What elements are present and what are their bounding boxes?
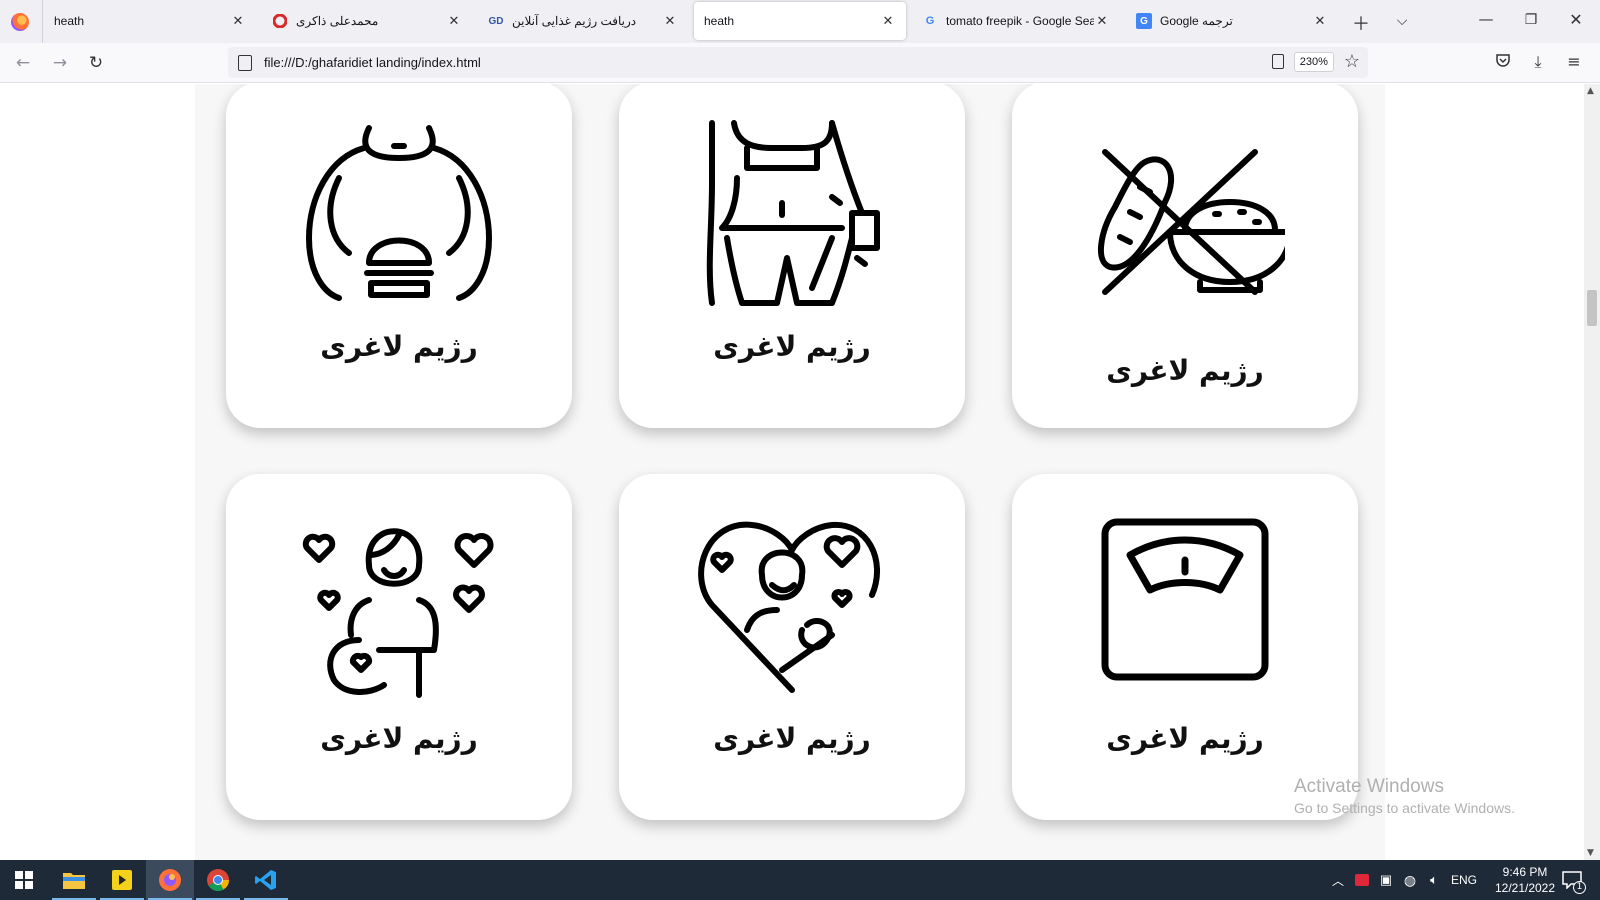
tab-zakeri[interactable]: محمدعلی ذاکری ✕	[262, 2, 472, 40]
pocket-icon[interactable]	[1492, 52, 1514, 72]
volume-icon[interactable]: 🔈︎	[1422, 872, 1446, 888]
scroll-thumb[interactable]	[1587, 290, 1597, 326]
site-logo-icon: GD	[488, 15, 504, 27]
tab-title: heath	[704, 14, 735, 28]
service-card[interactable]: رژیم لاغری	[226, 84, 572, 428]
page-icon	[238, 54, 252, 71]
tab-title: tomato freepik - Google Searc	[946, 14, 1094, 28]
card-label: رژیم لاغری	[320, 330, 478, 363]
windows-taskbar: ︿ ▣ ◍ 🔈︎ ENG 9:46 PM 12/21/2022 1	[0, 860, 1600, 900]
close-icon[interactable]: ✕	[1094, 13, 1110, 29]
opera-icon	[272, 13, 288, 29]
service-card[interactable]: رژیم لاغری	[619, 474, 965, 820]
chrome-taskbar-button[interactable]	[194, 860, 242, 900]
folder-icon	[63, 873, 85, 889]
tab-strip: heath ✕ محمدعلی ذاکری ✕ GD دریافت رژیم غ…	[0, 0, 1600, 43]
tab-title: محمدعلی ذاکری	[296, 14, 379, 28]
scroll-down-arrow-icon[interactable]: ▼	[1587, 848, 1594, 858]
service-card[interactable]: رژیم لاغری	[619, 84, 965, 428]
page-scrollbar[interactable]: ▲ ▼	[1584, 84, 1600, 860]
tab-title: Google ترجمه	[1160, 14, 1233, 28]
antivirus-icon[interactable]	[1350, 874, 1374, 886]
slim-waist-measure-icon	[706, 120, 880, 306]
notifications-button[interactable]: 1	[1552, 860, 1592, 900]
card-label: رژیم لاغری	[713, 722, 871, 755]
windows-logo-icon	[15, 871, 33, 889]
restore-button[interactable]: ❐	[1519, 12, 1543, 28]
no-carbs-icon	[1097, 149, 1285, 295]
tab-heath-active[interactable]: heath ✕	[694, 2, 906, 40]
tab-title: heath	[54, 14, 85, 28]
chrome-icon	[207, 869, 229, 891]
close-icon[interactable]: ✕	[446, 13, 462, 29]
close-icon[interactable]: ✕	[230, 13, 246, 29]
reload-button[interactable]: ↻	[85, 52, 107, 74]
back-button[interactable]: ←	[12, 52, 34, 74]
forward-button[interactable]: →	[49, 52, 71, 74]
new-tab-button[interactable]: ＋	[1349, 10, 1373, 36]
firefox-taskbar-button[interactable]	[146, 860, 194, 900]
url-text[interactable]: file:///D:/ghafaridiet landing/index.htm…	[264, 55, 481, 70]
card-label: رژیم لاغری	[320, 722, 478, 755]
firefox-icon	[11, 12, 29, 31]
close-icon[interactable]: ✕	[662, 13, 678, 29]
tab-title: دریافت رژیم غذایی آنلاین	[512, 14, 637, 28]
bookmark-star-icon[interactable]: ☆	[1344, 51, 1360, 72]
obese-burger-icon	[306, 125, 492, 301]
start-button[interactable]	[0, 860, 48, 900]
activate-windows-watermark: Activate Windows Go to Settings to activ…	[1294, 776, 1515, 816]
service-card[interactable]: رژیم لاغری	[226, 474, 572, 820]
file-explorer-button[interactable]	[50, 860, 98, 900]
notification-count-badge: 1	[1573, 881, 1586, 894]
url-bar[interactable]: file:///D:/ghafaridiet landing/index.htm…	[228, 47, 1368, 78]
google-icon: G	[925, 15, 935, 27]
player-icon	[112, 870, 132, 890]
vscode-icon	[255, 870, 276, 890]
page-viewport: رژیم لاغری رژیم لاغری رژیم لاغری رژیم لا…	[0, 84, 1584, 860]
show-hidden-icons-chevron-icon[interactable]: ︿	[1326, 872, 1350, 889]
watermark-subtitle: Go to Settings to activate Windows.	[1294, 800, 1515, 816]
network-globe-icon[interactable]: ◍	[1398, 872, 1422, 889]
scroll-up-arrow-icon[interactable]: ▲	[1587, 86, 1594, 96]
tab-google-search[interactable]: G tomato freepik - Google Searc ✕	[912, 2, 1120, 40]
reader-view-icon[interactable]	[1271, 54, 1284, 69]
kmplayer-button[interactable]	[98, 860, 146, 900]
close-window-button[interactable]: ✕	[1564, 10, 1588, 29]
tab-heath-1[interactable]: heath ✕	[44, 2, 256, 40]
list-tabs-button[interactable]: ⌵	[1390, 13, 1414, 29]
google-translate-icon: G	[1136, 13, 1152, 29]
system-tray: ︿ ▣ ◍ 🔈︎ ENG	[1326, 860, 1482, 900]
service-card[interactable]: رژیم لاغری	[1012, 84, 1358, 428]
watermark-title: Activate Windows	[1294, 776, 1444, 797]
meet-now-icon[interactable]: ▣	[1374, 872, 1398, 888]
tab-diet-online[interactable]: GD دریافت رژیم غذایی آنلاین ✕	[478, 2, 688, 40]
firefox-view-button[interactable]	[0, 0, 40, 43]
vscode-taskbar-button[interactable]	[242, 860, 290, 900]
tab-separator	[42, 0, 43, 43]
tab-google-translate[interactable]: G Google ترجمه ✕	[1126, 2, 1338, 40]
close-icon[interactable]: ✕	[1312, 13, 1328, 29]
menu-icon[interactable]: ≡	[1563, 52, 1585, 71]
mother-baby-heart-icon	[698, 521, 880, 693]
weight-scale-icon	[1101, 518, 1269, 681]
language-indicator[interactable]: ENG	[1446, 873, 1482, 887]
service-card[interactable]: رژیم لاغری	[1012, 474, 1358, 820]
minimize-button[interactable]: —	[1474, 10, 1498, 28]
downloads-icon[interactable]: ⤓	[1527, 52, 1549, 72]
zoom-level-button[interactable]: 230%	[1293, 51, 1334, 72]
close-icon[interactable]: ✕	[880, 13, 896, 29]
firefox-icon	[159, 869, 181, 891]
pregnant-woman-icon	[302, 528, 494, 698]
card-label: رژیم لاغری	[1106, 354, 1264, 387]
navigation-bar: ← → ↻ file:///D:/ghafaridiet landing/ind…	[0, 43, 1600, 83]
card-label: رژیم لاغری	[713, 330, 871, 363]
card-label: رژیم لاغری	[1106, 722, 1264, 755]
